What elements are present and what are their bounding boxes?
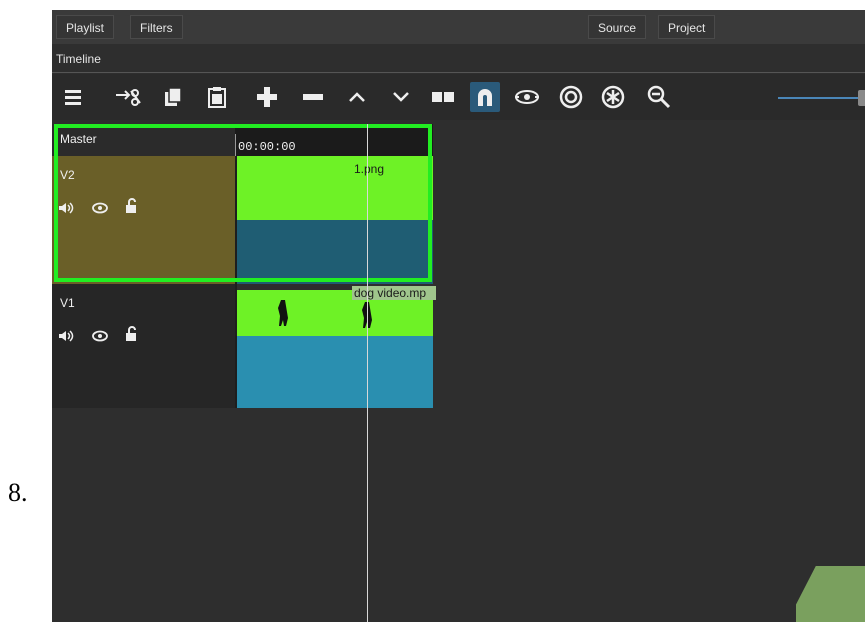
append-icon[interactable] xyxy=(252,82,282,112)
tab-project[interactable]: Project xyxy=(658,15,716,39)
playhead[interactable] xyxy=(367,124,368,622)
timeline-panel-title: Timeline xyxy=(56,52,101,66)
cut-icon[interactable] xyxy=(114,82,144,112)
clip-v1-bottom[interactable] xyxy=(237,336,433,408)
clip-name-v1: dog video.mp xyxy=(352,286,436,300)
copy-icon[interactable] xyxy=(158,82,188,112)
zoom-out-icon[interactable] xyxy=(644,82,674,112)
tab-playlist[interactable]: Playlist xyxy=(56,15,115,39)
step-number: 8. xyxy=(8,478,28,507)
remove-icon[interactable] xyxy=(298,82,328,112)
scrub-icon[interactable] xyxy=(512,82,542,112)
zoom-slider-handle[interactable] xyxy=(858,90,865,106)
lift-icon[interactable] xyxy=(342,82,372,112)
track-name-v1: V1 xyxy=(60,296,75,310)
tab-filters[interactable]: Filters xyxy=(130,15,183,39)
mute-icon[interactable] xyxy=(58,328,74,344)
selection-highlight xyxy=(54,124,432,282)
corner-decoration xyxy=(796,566,865,622)
unlock-icon[interactable] xyxy=(124,326,140,342)
snap-icon[interactable] xyxy=(470,82,500,112)
overwrite-icon[interactable] xyxy=(386,82,416,112)
shotcut-window: Playlist Filters Source Project Timeline xyxy=(52,10,865,622)
eye-icon[interactable] xyxy=(92,328,108,344)
top-tab-bar: Playlist Filters Source Project xyxy=(52,10,865,44)
ripple-all-icon[interactable] xyxy=(598,82,628,112)
split-icon[interactable] xyxy=(428,82,458,112)
zoom-slider-track[interactable] xyxy=(778,97,865,99)
track-header-v1[interactable] xyxy=(52,284,235,408)
menu-icon[interactable] xyxy=(58,82,88,112)
paste-icon[interactable] xyxy=(202,82,232,112)
ripple-icon[interactable] xyxy=(556,82,586,112)
timeline-toolbar xyxy=(52,74,865,120)
dog-thumbnail-icon xyxy=(276,298,290,328)
tab-source[interactable]: Source xyxy=(588,15,647,39)
panel-divider xyxy=(52,72,865,73)
